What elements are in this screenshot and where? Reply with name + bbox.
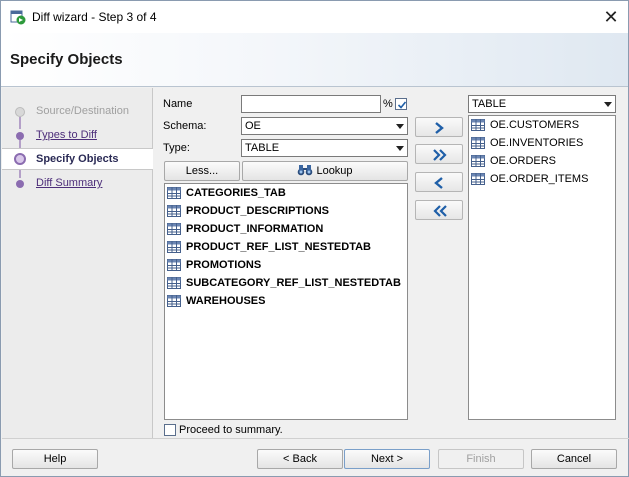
- cancel-button[interactable]: Cancel: [531, 449, 617, 469]
- table-icon: [167, 205, 181, 217]
- step-label[interactable]: Types to Diff: [36, 129, 97, 141]
- list-item[interactable]: WAREHOUSES: [167, 293, 427, 311]
- step-label: Source/Destination: [36, 105, 129, 117]
- table-icon: [471, 155, 485, 167]
- footer-divider: [2, 438, 629, 439]
- list-item[interactable]: CATEGORIES_TAB: [167, 185, 427, 203]
- next-button-label: Next >: [370, 453, 404, 465]
- cancel-button-label: Cancel: [556, 453, 592, 465]
- lookup-button[interactable]: Lookup: [242, 161, 408, 181]
- step-indicator-icon: [15, 107, 25, 117]
- percent-label: %: [383, 98, 393, 110]
- schema-label: Schema:: [163, 120, 207, 132]
- list-item-label: OE.INVENTORIES: [490, 137, 584, 149]
- chevron-down-icon: [604, 102, 612, 107]
- list-item[interactable]: PROMOTIONS: [167, 257, 427, 275]
- page-title: Specify Objects: [10, 51, 123, 68]
- finish-button: Finish: [438, 449, 524, 469]
- window-title: Diff wizard - Step 3 of 4: [32, 10, 157, 24]
- list-item-label: WAREHOUSES: [186, 295, 266, 307]
- back-button-label: < Back: [283, 453, 317, 465]
- table-icon: [167, 223, 181, 235]
- list-item[interactable]: PRODUCT_INFORMATION: [167, 221, 427, 239]
- table-icon: [167, 277, 181, 289]
- available-objects-list[interactable]: CATEGORIES_TAB PRODUCT_DESCRIPTIONS PRODUC…: [164, 183, 408, 420]
- list-item[interactable]: OE.INVENTORIES: [471, 135, 629, 153]
- list-item-label: OE.CUSTOMERS: [490, 119, 580, 131]
- proceed-to-summary-checkbox[interactable]: [164, 424, 176, 436]
- step-label: Specify Objects: [36, 153, 119, 165]
- step-types-to-diff[interactable]: Types to Diff: [2, 125, 153, 147]
- step-indicator-icon: [16, 180, 24, 188]
- finish-button-label: Finish: [466, 453, 496, 465]
- double-chevron-left-icon: [433, 205, 447, 217]
- move-right-button[interactable]: [415, 117, 463, 137]
- schema-value: OE: [245, 120, 261, 132]
- step-source-destination: Source/Destination: [2, 101, 153, 123]
- chevron-left-icon: [434, 177, 443, 189]
- list-item[interactable]: PRODUCT_DESCRIPTIONS: [167, 203, 427, 221]
- selected-type-value: TABLE: [472, 98, 507, 110]
- close-button[interactable]: ✕: [597, 6, 625, 28]
- list-item[interactable]: OE.ORDERS: [471, 153, 629, 171]
- step-label[interactable]: Diff Summary: [36, 177, 102, 189]
- help-button-label: Help: [43, 453, 67, 465]
- list-item[interactable]: SUBCATEGORY_REF_LIST_NESTEDTAB: [167, 275, 427, 293]
- chevron-down-icon: [396, 124, 404, 129]
- table-icon: [167, 295, 181, 307]
- list-item[interactable]: OE.ORDER_ITEMS: [471, 171, 629, 189]
- name-filter-input[interactable]: [241, 95, 381, 113]
- checkmark-icon: [397, 101, 407, 109]
- move-all-right-button[interactable]: [415, 144, 463, 164]
- list-item-label: PRODUCT_DESCRIPTIONS: [186, 205, 330, 217]
- wizard-steps-nav: Source/Destination Types to Diff Specify…: [2, 88, 153, 438]
- proceed-to-summary-label: Proceed to summary.: [179, 424, 283, 436]
- schema-dropdown[interactable]: OE: [241, 117, 408, 135]
- chevron-down-icon: [396, 146, 404, 151]
- table-icon: [471, 137, 485, 149]
- table-icon: [471, 119, 485, 131]
- help-button[interactable]: Help: [12, 449, 98, 469]
- binoculars-icon: [298, 165, 313, 176]
- diff-wizard-dialog: Diff wizard - Step 3 of 4 ✕ Specify Obje…: [0, 0, 629, 477]
- selected-type-dropdown[interactable]: TABLE: [468, 95, 616, 113]
- step-indicator-icon: [16, 132, 24, 140]
- percent-wildcard-checkbox[interactable]: [395, 98, 407, 110]
- selected-objects-list[interactable]: OE.CUSTOMERS OE.INVENTORIES OE.ORDERS OE.OR…: [468, 115, 616, 420]
- list-item[interactable]: PRODUCT_REF_LIST_NESTEDTAB: [167, 239, 427, 257]
- wizard-header: Specify Objects: [1, 33, 628, 87]
- list-item-label: OE.ORDERS: [490, 155, 557, 167]
- less-button[interactable]: Less...: [164, 161, 240, 181]
- back-button[interactable]: < Back: [257, 449, 343, 469]
- title-bar: Diff wizard - Step 3 of 4 ✕: [1, 1, 628, 33]
- name-label: Name: [163, 98, 193, 110]
- double-chevron-right-icon: [433, 149, 447, 161]
- table-icon: [167, 259, 181, 271]
- type-label: Type:: [163, 142, 190, 154]
- next-button[interactable]: Next >: [344, 449, 430, 469]
- lookup-button-label: Lookup: [316, 165, 353, 177]
- list-item-label: CATEGORIES_TAB: [186, 187, 286, 199]
- list-item-label: OE.ORDER_ITEMS: [490, 173, 589, 185]
- step-specify-objects: Specify Objects: [2, 148, 153, 170]
- list-item-label: PRODUCT_REF_LIST_NESTEDTAB: [186, 241, 371, 253]
- table-icon: [167, 187, 181, 199]
- diff-wizard-icon: [10, 9, 26, 25]
- step-diff-summary[interactable]: Diff Summary: [2, 173, 153, 195]
- list-item[interactable]: OE.CUSTOMERS: [471, 117, 629, 135]
- type-value: TABLE: [245, 142, 280, 154]
- table-icon: [471, 173, 485, 185]
- move-left-button[interactable]: [415, 172, 463, 192]
- list-item-label: PRODUCT_INFORMATION: [186, 223, 324, 235]
- list-item-label: PROMOTIONS: [186, 259, 262, 271]
- table-icon: [167, 241, 181, 253]
- list-item-label: SUBCATEGORY_REF_LIST_NESTEDTAB: [186, 277, 401, 289]
- type-dropdown[interactable]: TABLE: [241, 139, 408, 157]
- move-all-left-button[interactable]: [415, 200, 463, 220]
- step-indicator-icon: [14, 153, 26, 165]
- chevron-right-icon: [435, 122, 444, 134]
- less-button-label: Less...: [185, 165, 219, 177]
